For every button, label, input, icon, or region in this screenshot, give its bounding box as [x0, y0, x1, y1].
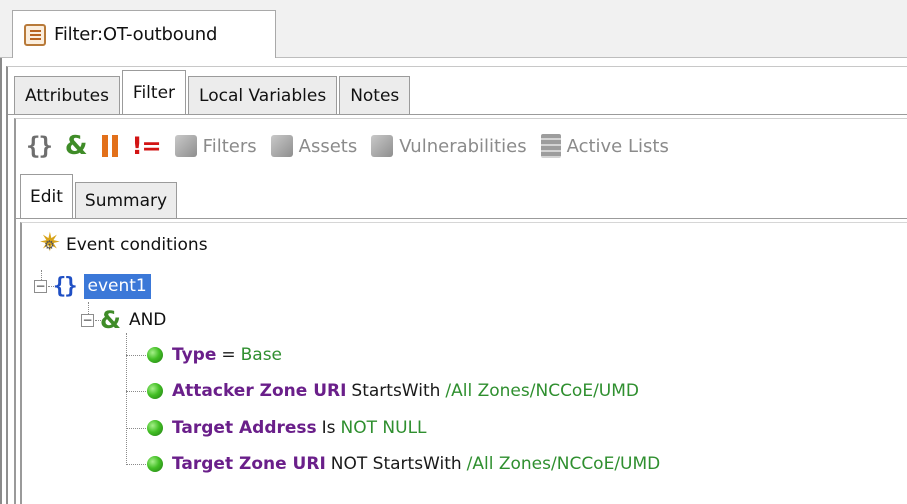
condition-operator: NOT StartsWith: [330, 454, 462, 474]
condition-operator: Is: [321, 418, 336, 438]
condition-row[interactable]: Target Address Is NOT NULL: [147, 414, 427, 442]
condition-field: Attacker Zone URI: [172, 381, 347, 401]
event-braces-icon: {}: [53, 273, 77, 299]
condition-value: NOT NULL: [340, 418, 427, 438]
tree-connector: [126, 464, 146, 465]
condition-operator: StartsWith: [351, 381, 441, 401]
green-condition-icon: [147, 420, 163, 436]
tree-node-event1[interactable]: − {} event1: [34, 272, 151, 300]
condition-operator: =: [221, 345, 236, 365]
tree-root-event-conditions[interactable]: ✷ ⚙ Event conditions: [38, 228, 208, 259]
condition-value: /All Zones/NCCoE/UMD: [445, 381, 640, 401]
condition-value: /All Zones/NCCoE/UMD: [466, 454, 661, 474]
event-label: event1: [83, 273, 151, 299]
green-condition-icon: [147, 347, 163, 363]
group-label: AND: [128, 310, 167, 330]
tree-connector: [126, 333, 127, 465]
gears-icon: ✷ ⚙: [39, 228, 61, 258]
collapse-toggle-icon[interactable]: −: [81, 313, 94, 327]
condition-row[interactable]: Attacker Zone URI StartsWith /All Zones/…: [147, 377, 639, 405]
condition-field: Target Address: [172, 418, 317, 438]
collapse-toggle-icon[interactable]: −: [34, 279, 47, 293]
green-condition-icon: [147, 383, 163, 399]
green-condition-icon: [147, 456, 163, 472]
condition-row[interactable]: Target Zone URI NOT StartsWith /All Zone…: [147, 450, 660, 478]
tree-connector: [126, 355, 146, 356]
tree-connector: [126, 391, 146, 392]
condition-field: Target Zone URI: [172, 454, 326, 474]
condition-tree: ✷ ⚙ Event conditions − {} event1 − & AND …: [0, 0, 907, 504]
tree-connector: [126, 428, 146, 429]
condition-value: Base: [240, 345, 283, 365]
condition-field: Type: [172, 345, 217, 365]
tree-node-and[interactable]: − & AND: [81, 306, 166, 334]
ampersand-icon: &: [100, 306, 121, 334]
condition-row[interactable]: Type = Base: [147, 341, 282, 369]
tree-root-label: Event conditions: [66, 235, 208, 255]
